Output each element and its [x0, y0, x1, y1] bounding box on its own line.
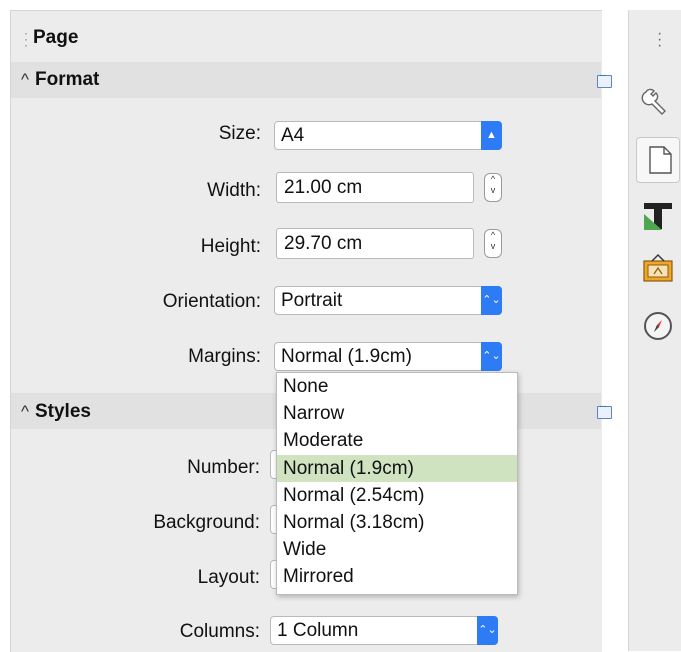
deck-gripper[interactable]: · · ·: [24, 27, 28, 52]
margins-option[interactable]: Moderate: [277, 427, 517, 454]
size-label: Size:: [218, 123, 261, 144]
margins-option[interactable]: Normal (3.18cm): [277, 509, 517, 536]
height-spinner[interactable]: ^ v: [484, 229, 502, 258]
height-label: Height:: [200, 236, 261, 257]
page-icon[interactable]: [644, 144, 676, 176]
properties-wrench-icon[interactable]: [640, 84, 672, 116]
collapse-chevron-icon[interactable]: ^: [21, 402, 29, 421]
margins-option[interactable]: Wide: [277, 536, 517, 563]
orientation-label: Orientation:: [162, 291, 261, 312]
height-field[interactable]: 29.70 cm: [276, 228, 474, 259]
width-field[interactable]: 21.00 cm: [276, 172, 474, 203]
gallery-icon[interactable]: [642, 252, 674, 284]
navigator-icon[interactable]: [642, 310, 674, 342]
margins-option[interactable]: None: [277, 373, 517, 400]
margins-combo[interactable]: Normal (1.9cm) ⌃⌄: [274, 342, 502, 371]
orientation-dropdown-arrow-icon[interactable]: ⌃⌄: [481, 286, 502, 315]
styles-title-text: Styles: [34, 401, 91, 422]
orientation-combo[interactable]: Portrait ⌃⌄: [274, 286, 502, 315]
margins-option[interactable]: Mirrored: [277, 563, 517, 590]
styles-more-options-button[interactable]: [597, 401, 612, 419]
columns-combo[interactable]: 1 Column ⌃⌄: [270, 616, 498, 645]
number-label: Number:: [187, 457, 260, 478]
columns-label: Columns:: [179, 621, 260, 642]
margins-dropdown-list[interactable]: None Narrow Moderate Normal (1.9cm) Norm…: [276, 372, 518, 595]
margins-value: Normal (1.9cm): [281, 346, 412, 367]
columns-value: 1 Column: [277, 620, 359, 641]
format-section-header[interactable]: [11, 62, 601, 98]
columns-dropdown-arrow-icon[interactable]: ⌃⌄: [477, 616, 498, 645]
format-more-options-button[interactable]: [597, 70, 612, 88]
margins-option[interactable]: Narrow: [277, 400, 517, 427]
styles-section-title[interactable]: ^ Styles: [21, 401, 91, 423]
margins-label: Margins:: [188, 346, 261, 367]
layout-label: Layout:: [197, 567, 260, 588]
margins-option[interactable]: Normal (2.54cm): [277, 482, 517, 509]
format-title-text: Format: [34, 69, 100, 90]
width-label: Width:: [207, 180, 261, 201]
format-section-title[interactable]: ^ Format: [21, 69, 99, 91]
margins-option-selected[interactable]: Normal (1.9cm): [277, 454, 517, 482]
deck-title: Page: [33, 27, 79, 48]
tabbar-menu-icon[interactable]: · · ·: [657, 26, 662, 54]
orientation-value: Portrait: [281, 290, 343, 311]
size-combo[interactable]: A4 ▲: [274, 121, 502, 150]
width-spinner[interactable]: ^ v: [484, 173, 502, 202]
styles-icon[interactable]: [642, 200, 674, 232]
size-dropdown-arrow-icon[interactable]: ▲: [481, 121, 502, 150]
collapse-chevron-icon[interactable]: ^: [21, 70, 29, 89]
size-value: A4: [281, 125, 305, 146]
margins-dropdown-arrow-icon[interactable]: ⌃⌄: [481, 342, 502, 371]
background-label: Background:: [153, 512, 260, 533]
